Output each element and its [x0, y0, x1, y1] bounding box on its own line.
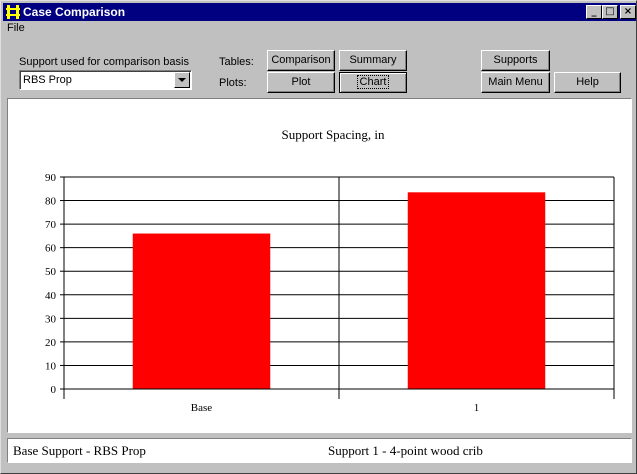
minimize-button[interactable]: _: [586, 5, 602, 19]
y-tick-label: 10: [45, 360, 57, 372]
y-tick-label: 60: [45, 243, 57, 255]
title-bar[interactable]: Case Comparison _ □ ×: [3, 3, 636, 21]
y-tick-label: 30: [45, 313, 57, 325]
support-basis-value: RBS Prop: [23, 74, 72, 86]
y-tick-label: 90: [45, 172, 57, 184]
chart-panel: Support Spacing, in 0 10 20 30 40 50 60 70 80 90 B…: [7, 98, 632, 433]
case-comparison-window: Case Comparison _ □ × File Support used …: [0, 0, 637, 474]
bar-base: [132, 233, 271, 389]
summary-button[interactable]: Summary: [339, 50, 407, 71]
y-tick-label: 0: [51, 384, 57, 396]
y-tick-label: 70: [45, 219, 57, 231]
status-base-support: Base Support - RBS Prop: [13, 443, 146, 458]
menu-bar: File: [3, 21, 636, 35]
chart-button[interactable]: Chart: [339, 72, 407, 93]
summary-button-label: Summary: [349, 54, 397, 66]
maximize-icon: □: [605, 6, 615, 17]
comparison-button-label: Comparison: [271, 54, 331, 66]
main-menu-button-label: Main Menu: [488, 76, 543, 88]
y-tick-label: 50: [45, 266, 57, 278]
y-tick-label: 20: [45, 337, 57, 349]
chevron-down-icon: [178, 78, 186, 82]
comparison-button[interactable]: Comparison: [267, 50, 335, 71]
app-icon: [5, 4, 21, 20]
close-icon: ×: [623, 6, 633, 17]
menu-file[interactable]: File: [7, 22, 25, 34]
y-tick-label: 80: [45, 196, 57, 208]
tables-label: Tables:: [219, 56, 254, 68]
close-button[interactable]: ×: [620, 5, 636, 19]
support-basis-select[interactable]: RBS Prop: [19, 70, 192, 90]
maximize-button[interactable]: □: [602, 5, 618, 19]
plot-button-label: Plot: [291, 76, 311, 88]
x-tick-label: 1: [474, 402, 480, 414]
status-panel: Base Support - RBS Prop Support 1 - 4-po…: [7, 438, 632, 463]
window-title: Case Comparison: [23, 5, 126, 19]
chart-button-label: Chart: [356, 75, 390, 89]
supports-button-label: Supports: [493, 54, 538, 66]
plots-label: Plots:: [219, 77, 247, 89]
dropdown-button[interactable]: [174, 72, 190, 88]
bar-1: [407, 192, 546, 389]
main-menu-button[interactable]: Main Menu: [481, 72, 550, 93]
plot-button[interactable]: Plot: [267, 72, 335, 93]
help-button[interactable]: Help: [554, 72, 621, 93]
minimize-icon: _: [591, 6, 597, 17]
status-support-1: Support 1 - 4-point wood crib: [328, 443, 483, 458]
chart-title: Support Spacing, in: [282, 127, 385, 142]
support-basis-label: Support used for comparison basis: [19, 56, 189, 68]
y-tick-label: 40: [45, 290, 57, 302]
supports-button[interactable]: Supports: [481, 50, 550, 71]
support-spacing-chart: Support Spacing, in 0 10 20 30 40 50 60 70 80 90 B…: [45, 127, 615, 414]
x-tick-label: Base: [191, 402, 213, 414]
help-button-label: Help: [576, 76, 599, 88]
